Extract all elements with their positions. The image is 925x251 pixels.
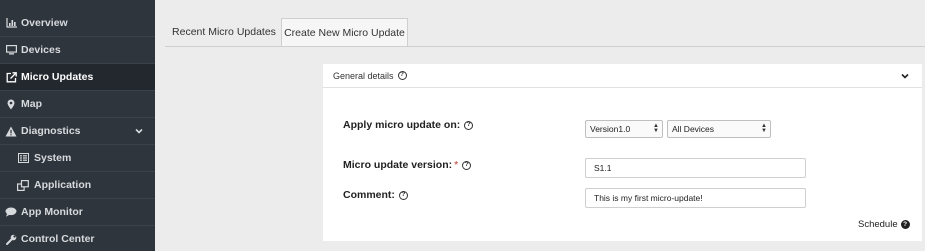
sidebar-item-devices[interactable]: Devices (0, 37, 155, 64)
comment-input-value: This is my first micro-update! (594, 193, 703, 203)
required-marker: * (454, 159, 459, 171)
sidebar-item-micro-updates[interactable]: Micro Updates (0, 64, 155, 91)
list-icon (17, 152, 29, 164)
monitor-icon (5, 44, 17, 56)
chevron-down-icon[interactable] (134, 126, 144, 136)
schedule-link[interactable]: Schedule ? (858, 219, 910, 230)
sidebar-item-label: App Monitor (21, 206, 83, 218)
select-arrows-icon: ▲ ▼ (653, 123, 659, 134)
version-label: Micro update version: (343, 159, 453, 171)
apply-label: Apply micro update on: (343, 119, 461, 131)
devices-select[interactable]: All Devices ▲ ▼ (667, 120, 771, 138)
sidebar-item-label: System (34, 152, 72, 164)
select-arrows-icon: ▲ ▼ (761, 123, 767, 134)
sidebar-item-label: Diagnostics (21, 125, 81, 137)
windows-icon (17, 179, 29, 191)
version-select[interactable]: Version1.0 ▲ ▼ (585, 120, 663, 138)
tab-create-new-micro-update[interactable]: Create New Micro Update (281, 18, 408, 47)
version-input-value: S1.1 (594, 163, 612, 173)
sidebar-item-overview[interactable]: Overview (0, 10, 155, 37)
chevron-down-icon[interactable] (900, 71, 910, 81)
sidebar-item-control-center[interactable]: Control Center (0, 226, 155, 251)
devices-select-value: All Devices (672, 124, 715, 134)
sidebar-item-label: Overview (21, 17, 68, 29)
wrench-icon (5, 233, 17, 245)
sidebar-item-label: Control Center (21, 233, 95, 245)
sidebar: Overview Devices Micro Updates Map Diagn… (0, 0, 155, 251)
warning-icon (5, 125, 17, 137)
sidebar-item-diagnostics[interactable]: Diagnostics (0, 118, 155, 145)
sidebar-item-application[interactable]: Application (0, 172, 155, 199)
sidebar-item-app-monitor[interactable]: App Monitor (0, 199, 155, 226)
tab-recent-micro-updates[interactable]: Recent Micro Updates (170, 18, 278, 46)
sidebar-item-system[interactable]: System (0, 145, 155, 172)
help-icon[interactable]: ? (397, 71, 407, 80)
sidebar-item-label: Application (34, 179, 92, 191)
sidebar-item-label: Micro Updates (21, 71, 94, 83)
speech-bubble-icon (5, 206, 17, 218)
sidebar-item-label: Devices (21, 44, 61, 56)
apply-label-row: Apply micro update on: ? (343, 119, 474, 131)
version-label-row: Micro update version: * ? (343, 159, 472, 171)
sidebar-item-map[interactable]: Map (0, 91, 155, 118)
help-icon[interactable]: ? (398, 190, 408, 200)
external-link-icon (5, 71, 17, 83)
help-icon[interactable]: ? (900, 220, 910, 229)
bar-chart-icon (5, 17, 17, 29)
sidebar-item-label: Map (21, 98, 42, 110)
comment-label: Comment: (343, 189, 395, 201)
schedule-label: Schedule (858, 219, 898, 230)
general-details-panel: General details ? Apply micro update on:… (323, 64, 922, 241)
help-icon[interactable]: ? (462, 160, 472, 170)
map-pin-icon (5, 98, 17, 110)
panel-title: General details (333, 70, 394, 81)
version-select-value: Version1.0 (590, 124, 631, 134)
help-icon[interactable]: ? (464, 120, 474, 130)
version-input[interactable]: S1.1 (585, 158, 806, 178)
tab-divider (165, 46, 925, 47)
comment-label-row: Comment: ? (343, 189, 408, 201)
comment-input[interactable]: This is my first micro-update! (585, 188, 806, 208)
panel-header[interactable]: General details ? (323, 64, 922, 88)
